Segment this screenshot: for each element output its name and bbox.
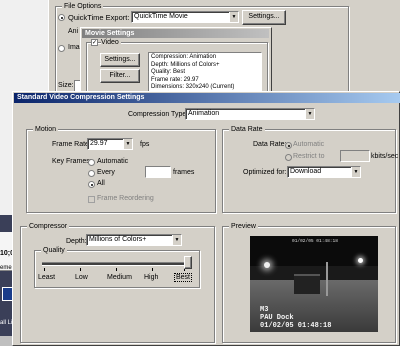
quality-tick-medium: Medium [107, 274, 132, 281]
preview-title: Preview [229, 222, 258, 231]
data-rate-restrict-input[interactable] [340, 150, 370, 162]
compression-dialog-titlebar: Standard Video Compression Settings [14, 93, 400, 103]
info-line-frame-rate: Frame rate: 29.97 [151, 76, 199, 83]
chevron-down-icon: ▼ [123, 139, 132, 149]
preview-building [294, 274, 320, 294]
data-rate-automatic-label: Automatic [293, 141, 325, 148]
depth-select[interactable]: Millions of Colors+ ▼ [86, 234, 182, 246]
data-rate-automatic-radio[interactable] [285, 142, 292, 149]
data-rate-restrict-radio[interactable] [285, 154, 292, 161]
movie-settings-titlebar: Movie Settings [82, 29, 269, 38]
preview-light-left [264, 262, 270, 268]
video-checkbox[interactable]: ✓ [91, 39, 98, 46]
compression-type-select[interactable]: Animation ▼ [185, 108, 315, 120]
frame-reordering-checkbox[interactable] [88, 196, 95, 203]
key-frames-every-label: Every [97, 169, 115, 176]
optimized-for-value: Download [290, 168, 322, 175]
key-frames-automatic-radio[interactable] [88, 159, 95, 166]
preview-overlay-cam: M3 [260, 306, 269, 314]
image-radio[interactable] [58, 45, 65, 52]
preview-overlay-datetime: 01/02/05 01:48:18 [260, 322, 332, 330]
size-label: Size: [58, 82, 74, 89]
quality-tick-least: Least [38, 274, 56, 281]
quality-slider-ticks [44, 268, 190, 271]
preview-light-right [358, 258, 363, 263]
file-options-settings-button[interactable]: Settings... [242, 10, 286, 25]
quality-tick-mark [116, 268, 117, 271]
compressor-title: Compressor [27, 222, 70, 231]
quicktime-export-value: QuickTime Movie [134, 13, 188, 20]
key-frames-every-input[interactable] [145, 166, 171, 178]
quality-tick-mark [80, 268, 81, 271]
quality-slider-track [42, 262, 190, 266]
compression-type-value: Animation [188, 110, 220, 117]
data-rate-restrict-label: Restrict to [293, 153, 325, 160]
chevron-down-icon: ▼ [351, 167, 360, 177]
frame-rate-value: 29.97 [90, 140, 108, 147]
frames-label: frames [173, 169, 195, 176]
depth-value: Millions of Colors+ [89, 236, 147, 243]
optimized-for-select[interactable]: Download ▼ [287, 166, 361, 178]
data-rate-title: Data Rate [229, 125, 265, 134]
info-line-depth: Depth: Millions of Colors+ [151, 61, 220, 68]
optimized-for-label: Optimized for: [243, 169, 287, 176]
chevron-down-icon: ▼ [305, 109, 314, 119]
key-frames-all-radio[interactable] [88, 181, 95, 188]
key-frames-label: Key Frames: [52, 158, 92, 165]
key-frames-automatic-label: Automatic [97, 158, 129, 165]
quality-title: Quality [41, 246, 67, 255]
quality-tick-low: Low [75, 274, 88, 281]
motion-title: Motion [33, 125, 59, 134]
frame-rate-select[interactable]: 29.97 ▼ [87, 138, 133, 150]
compression-type-label: Compression Type: [128, 111, 189, 118]
info-line-compression: Compression: Animation [151, 54, 217, 60]
preview-timestamp-top: 01/02/05 01:48:18 [292, 239, 338, 244]
movie-settings-info-box: Compression: Animation Depth: Millions o… [148, 52, 262, 92]
key-frames-every-radio[interactable] [88, 170, 95, 177]
file-options-title: File Options [62, 2, 104, 11]
chevron-down-icon: ▼ [172, 235, 181, 245]
video-label: Video [101, 39, 121, 46]
quality-tick-high: High [144, 274, 159, 281]
quality-tick-mark [152, 268, 153, 271]
data-rate-label: Data Rate: [253, 141, 287, 148]
movie-settings-settings-button[interactable]: Settings... [100, 53, 140, 67]
movie-settings-filter-button[interactable]: Filter... [100, 69, 140, 83]
preview-overlay-name: PAU Dock [260, 314, 294, 322]
info-line-quality: Quality: Best [151, 69, 186, 75]
ani-label: Ani [68, 28, 79, 35]
frame-rate-label: Frame Rate: [52, 141, 91, 148]
fps-label: fps [140, 141, 150, 148]
preview-image: 01/02/05 01:48:18 M3 PAU Dock 01/02/05 0… [250, 236, 378, 332]
quality-slider-thumb[interactable] [184, 256, 192, 269]
ima-label: Ima [68, 44, 80, 51]
key-frames-all-label: All [97, 180, 105, 187]
depth-label: Depth: [66, 238, 87, 245]
chevron-down-icon: ▼ [229, 12, 238, 22]
preview-pole [326, 262, 328, 296]
quality-tick-best: Best [174, 273, 193, 282]
kbits-label: kbits/sec [371, 153, 399, 160]
quicktime-export-select[interactable]: QuickTime Movie ▼ [131, 11, 239, 23]
quality-tick-mark [44, 268, 45, 271]
quicktime-export-label: QuickTime Export: [68, 13, 130, 22]
quicktime-export-radio[interactable] [58, 14, 65, 21]
frame-reordering-label: Frame Reordering [97, 195, 154, 202]
